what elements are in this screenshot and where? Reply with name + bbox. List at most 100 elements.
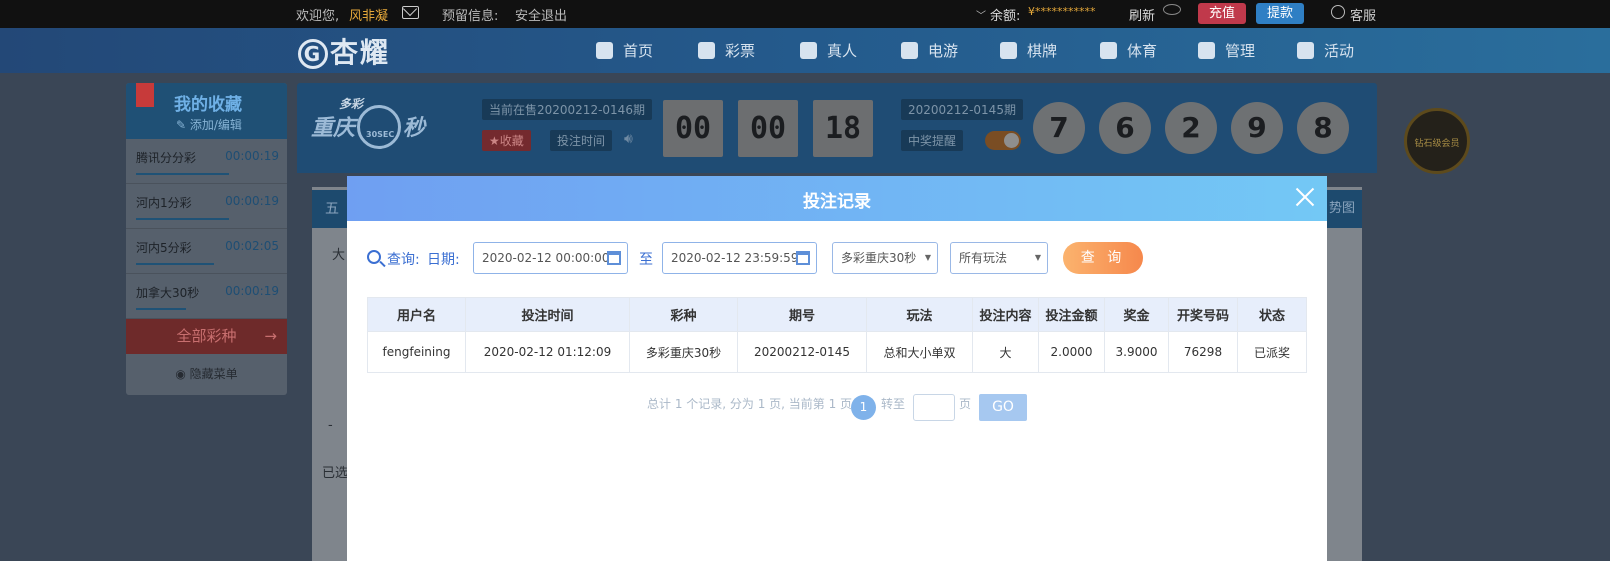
game-logo-sub: 30SEC <box>366 130 395 139</box>
win-remind-label: 中奖提醒 <box>901 130 964 151</box>
date-from-input[interactable]: 2020-02-12 00:00:00 <box>473 242 628 274</box>
favorite-item[interactable]: 腾讯分分彩 00:00:19 <box>126 139 287 184</box>
favorite-item[interactable]: 河内1分彩 00:00:19 <box>126 184 287 229</box>
favorites-edit-link[interactable]: ✎ 添加/编辑 <box>176 116 242 133</box>
vip-badge: 钻石级会员 <box>1404 108 1470 174</box>
play-select[interactable]: 所有玩法 <box>950 242 1048 274</box>
cell-amount: 2.0000 <box>1038 331 1105 373</box>
nav-live[interactable]: 真人 <box>800 40 857 61</box>
reserved-info-label[interactable]: 预留信息: <box>442 5 498 24</box>
chess-icon <box>1000 42 1017 59</box>
nav-home[interactable]: 首页 <box>596 40 653 61</box>
all-games-button[interactable]: 全部彩种 → <box>126 319 287 354</box>
logo-icon: G <box>298 39 328 69</box>
col-bet-time: 投注时间 <box>465 297 630 332</box>
cell-content: 大 <box>972 331 1039 373</box>
bet-time-button[interactable]: 投注时间 <box>550 130 613 151</box>
col-issue: 期号 <box>737 297 867 332</box>
game-logo-line2: 重庆 <box>311 116 356 141</box>
nav-manage[interactable]: 管理 <box>1198 40 1255 61</box>
star-ribbon-icon <box>136 83 154 107</box>
countdown-hours: 00 <box>663 100 723 157</box>
play-tab[interactable]: 五 <box>312 190 352 228</box>
cell-issue: 20200212-0145 <box>737 331 867 373</box>
game-select[interactable]: 多彩重庆30秒 <box>832 242 938 274</box>
game-logo: 多彩 重庆 30SEC 秒 <box>311 97 425 149</box>
trend-tab[interactable]: 势图 <box>1322 190 1362 228</box>
hide-menu-button[interactable]: ◉ 隐藏菜单 <box>126 354 287 394</box>
logo-text: 杏耀 <box>330 36 391 69</box>
result-ball: 6 <box>1099 102 1151 154</box>
query-button[interactable]: 查 询 <box>1063 242 1143 274</box>
bg-selected-text: 已选 <box>322 466 349 481</box>
username[interactable]: 风非凝 <box>349 5 388 24</box>
favorite-item[interactable]: 加拿大30秒 00:00:19 <box>126 274 287 319</box>
favorite-item[interactable]: 河内5分彩 00:02:05 <box>126 229 287 274</box>
mail-icon[interactable] <box>402 6 419 19</box>
col-prize: 奖金 <box>1104 297 1169 332</box>
favorite-time: 00:00:19 <box>225 194 279 208</box>
users-icon <box>1198 42 1215 59</box>
pager-page-input[interactable] <box>913 394 955 421</box>
favorite-button[interactable]: ★收藏 <box>482 130 531 151</box>
win-remind-toggle[interactable] <box>985 131 1021 150</box>
nav-slots[interactable]: 电游 <box>901 40 958 61</box>
trophy-icon <box>1100 42 1117 59</box>
eye-icon[interactable] <box>1163 4 1181 15</box>
favorite-name: 河内5分彩 <box>136 241 192 255</box>
clock-check-icon: 30SEC <box>357 105 402 149</box>
favorite-name: 河内1分彩 <box>136 196 192 210</box>
last-issue: 20200212-0145期 <box>901 99 1023 120</box>
withdraw-button[interactable]: 提款 <box>1256 3 1305 24</box>
balance-value: ¥*********** <box>1028 5 1096 18</box>
result-ball: 9 <box>1231 102 1283 154</box>
date-to-input[interactable]: 2020-02-12 23:59:59 <box>662 242 817 274</box>
favorites-panel: 我的收藏 ✎ 添加/编辑 腾讯分分彩 00:00:19 河内1分彩 00:00:… <box>126 83 287 395</box>
deposit-button[interactable]: 充值 <box>1198 3 1247 24</box>
chat-icon[interactable] <box>1331 5 1345 19</box>
chevron-down-icon[interactable]: ﹀ <box>976 7 986 22</box>
bet-record-table: 用户名 投注时间 彩种 期号 玩法 投注内容 投注金额 奖金 开奖号码 状态 f… <box>367 297 1307 373</box>
favorite-name: 腾讯分分彩 <box>136 151 197 165</box>
nav-label: 棋牌 <box>1027 42 1058 60</box>
favorite-progress <box>136 263 214 265</box>
refresh-link[interactable]: 刷新 <box>1129 5 1155 24</box>
bg-da-text: 大 <box>332 248 346 263</box>
result-ball: 8 <box>1297 102 1349 154</box>
table-header-row: 用户名 投注时间 彩种 期号 玩法 投注内容 投注金额 奖金 开奖号码 状态 <box>367 297 1307 332</box>
cell-status: 已派奖 <box>1237 331 1307 373</box>
logout-link[interactable]: 安全退出 <box>515 5 567 24</box>
ticket-icon <box>698 42 715 59</box>
favorite-time: 00:02:05 <box>225 239 279 253</box>
home-icon <box>596 42 613 59</box>
site-logo[interactable]: G 杏耀 <box>298 31 390 71</box>
col-status: 状态 <box>1237 297 1307 332</box>
main-nav: G 杏耀 首页 彩票 真人 电游 棋牌 体育 管理 活动 <box>0 28 1610 73</box>
close-icon[interactable] <box>1293 185 1317 209</box>
calendar-icon[interactable] <box>607 251 621 265</box>
top-bar: 欢迎您, 风非凝 预留信息: 安全退出 ﹀ 余额: ¥*********** 刷… <box>0 0 1610 28</box>
nav-activity[interactable]: 活动 <box>1297 40 1354 61</box>
nav-label: 活动 <box>1324 42 1355 60</box>
query-label: 查询: <box>387 252 420 268</box>
speaker-icon[interactable]: 🔊︎ <box>624 131 633 147</box>
col-result: 开奖号码 <box>1168 297 1238 332</box>
nav-sports[interactable]: 体育 <box>1100 40 1157 61</box>
vip-badge-text: 钻石级会员 <box>1414 139 1460 149</box>
col-content: 投注内容 <box>972 297 1039 332</box>
bg-minus-text: - <box>328 418 333 433</box>
service-link[interactable]: 客服 <box>1350 5 1376 24</box>
nav-chess[interactable]: 棋牌 <box>1000 40 1057 61</box>
favorites-header: 我的收藏 ✎ 添加/编辑 <box>126 83 287 139</box>
favorite-label: 收藏 <box>499 134 524 148</box>
table-row[interactable]: fengfeining 2020-02-12 01:12:09 多彩重庆30秒 … <box>367 331 1307 373</box>
calendar-icon[interactable] <box>796 251 810 265</box>
nav-lottery[interactable]: 彩票 <box>698 40 755 61</box>
pager-go-button[interactable]: GO <box>979 394 1027 421</box>
result-ball: 7 <box>1033 102 1085 154</box>
cell-result: 76298 <box>1168 331 1238 373</box>
pager-current-page[interactable]: 1 <box>851 395 876 420</box>
cell-username: fengfeining <box>367 331 466 373</box>
welcome-text: 欢迎您, <box>296 9 340 24</box>
result-ball: 2 <box>1165 102 1217 154</box>
